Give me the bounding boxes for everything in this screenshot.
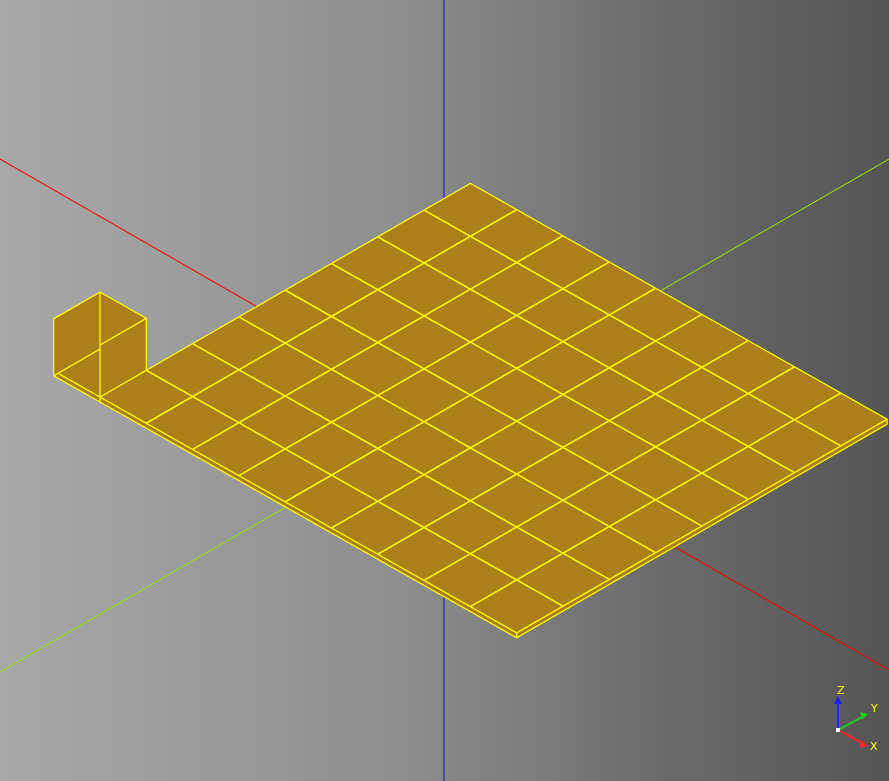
triad-origin bbox=[836, 728, 840, 732]
triad-y-label: Y bbox=[870, 702, 878, 715]
model-geometry[interactable] bbox=[53, 182, 888, 639]
triad-x-head bbox=[860, 740, 868, 748]
orientation-triad: Z Y X bbox=[834, 684, 878, 753]
triad-x-label: X bbox=[870, 740, 878, 753]
triad-z-label: Z bbox=[837, 684, 845, 697]
triad-z-head bbox=[834, 696, 842, 704]
scene-canvas[interactable]: Z Y X bbox=[0, 0, 889, 781]
3d-viewport[interactable]: Z Y X bbox=[0, 0, 889, 781]
triad-y-head bbox=[860, 712, 868, 720]
triad-y-arrow bbox=[837, 715, 865, 731]
